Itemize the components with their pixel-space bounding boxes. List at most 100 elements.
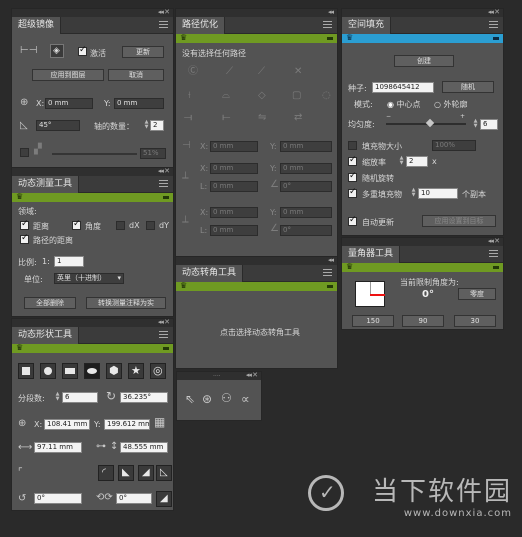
tab-dynamic-corner[interactable]: 动态转角工具 [176,265,244,282]
x1-input[interactable]: 0 mm [210,141,258,152]
apply-to-layer-button[interactable]: 应用到图层 [32,69,104,81]
grid-icon[interactable]: ▦ [154,416,165,428]
panel-menu-icon[interactable] [323,21,332,29]
pin-icon[interactable] [327,285,333,288]
tab-super-mirror[interactable]: 超级镜像 [12,17,62,34]
dy-checkbox[interactable] [146,221,155,230]
segments-spinner[interactable]: ▲ ▼ [54,392,61,403]
fill-size-checkbox[interactable] [348,141,357,150]
a3-input[interactable]: 0° [280,225,332,236]
radio-outer[interactable]: ○ 外轮廓 [434,99,468,110]
random-rotate-checkbox[interactable] [348,171,357,182]
pin-icon[interactable] [327,37,333,40]
mirror-axis-icon[interactable]: ⊢⊣ [20,46,37,56]
angle-90-button[interactable]: 90 [402,315,444,327]
shape-height-input[interactable]: 48.555 mm [120,442,168,453]
rotation-input[interactable]: 36.235° [120,392,168,403]
axis-spinner[interactable]: ▲ ▼ [143,120,150,131]
line-icon[interactable]: ⟋ [226,67,233,77]
pin-icon[interactable] [163,196,169,199]
collapse-icon[interactable]: ◂◂ [328,8,334,16]
ratio-input[interactable]: 1 [54,256,84,267]
tab-path-optimize[interactable]: 路径优化 [176,17,226,34]
zero-button[interactable]: 零度 [458,288,496,300]
shape-builder-icon[interactable]: ⊛ [202,393,212,405]
l2-input[interactable]: 0 mm [210,181,258,192]
star-shape-icon[interactable]: ★ [128,363,144,379]
panel-menu-icon[interactable] [323,269,332,277]
x3-input[interactable]: 0 mm [210,207,258,218]
collapse-icon[interactable]: ◂◂ ✕ [158,167,170,175]
multi-fill-input[interactable]: 10 [418,188,458,199]
path-distance-checkbox[interactable] [20,233,29,244]
scale-spinner[interactable]: ▲ ▼ [398,156,405,167]
update-button[interactable]: 更新 [122,46,164,58]
close-path-icon[interactable]: Ⓒ [188,67,198,77]
align-right-icon[interactable]: ⟝ [222,113,230,123]
tab-dynamic-shape[interactable]: 动态形状工具 [12,327,80,344]
uniformity-input[interactable]: 6 [480,119,498,130]
x-input[interactable]: 0 mm [45,98,93,109]
corner-tool-icon[interactable]: ∝ [241,393,250,405]
convert-annotations-button[interactable]: 转换测量注释为实 [86,297,166,309]
panel-menu-icon[interactable] [159,331,168,339]
angle-150-button[interactable]: 150 [352,315,394,327]
fill-size-input[interactable]: 100% [432,140,476,151]
angle-input[interactable]: 45° [36,120,80,131]
opacity-slider[interactable] [52,153,137,155]
collapse-icon[interactable]: ◂◂ ✕ [158,318,170,326]
grip-icon[interactable]: ···· [213,373,221,380]
align-left-icon[interactable]: ⟞ [184,113,192,123]
split-icon[interactable]: ✕ [294,67,302,77]
dx-checkbox[interactable] [116,221,125,230]
collapse-icon[interactable]: ◂◂ ✕ [488,8,500,16]
panel-menu-icon[interactable] [489,250,498,258]
seed-input[interactable]: 1098645412 [372,82,434,93]
panel-menu-icon[interactable] [159,180,168,188]
panel-menu-icon[interactable] [489,21,498,29]
target-shape-icon[interactable]: ◎ [150,363,166,379]
collapse-icon[interactable]: ◂◂ ✕ [488,237,500,245]
apply-to-target-button[interactable]: 应用设置到目标 [422,215,496,227]
hexagon-shape-icon[interactable]: ⬢ [106,363,122,379]
collapse-icon[interactable]: ◂◂ ✕ [246,371,258,379]
l3-input[interactable]: 0 mm [210,225,258,236]
radio-center[interactable]: ◉ 中心点 [387,99,421,110]
pin-icon[interactable] [163,347,169,350]
smooth-icon[interactable]: ⌓ [222,91,230,101]
angle-30-button[interactable]: 30 [454,315,496,327]
round-corner-button[interactable]: ◜ [98,465,114,481]
node-graph-icon[interactable]: ⚇ [221,392,232,404]
opacity-input[interactable]: 51% [140,148,166,159]
shape-x-input[interactable]: 108.41 mm [44,419,90,430]
node-icon[interactable]: ⟊ [188,91,191,101]
opacity-checkbox[interactable] [20,148,29,157]
reset-corner-button[interactable]: ◢ [156,491,172,507]
create-button[interactable]: 创建 [394,55,454,67]
tab-dynamic-measure[interactable]: 动态测量工具 [12,176,80,193]
link-icon[interactable]: ⊶ [96,442,106,452]
rectangle-shape-icon[interactable] [18,363,34,379]
auto-update-checkbox[interactable] [348,215,357,226]
reverse-icon[interactable]: ⇄ [294,113,302,123]
multi-fill-checkbox[interactable] [348,187,357,198]
activate-checkbox[interactable] [78,45,87,56]
circle-icon[interactable]: ◌ [322,91,331,101]
wide-rect-shape-icon[interactable] [62,363,78,379]
circle-shape-icon[interactable] [40,363,56,379]
r2-input[interactable]: 0° [116,493,152,504]
chamfer-corner-button[interactable]: ◣ [118,465,134,481]
y-input[interactable]: 0 mm [114,98,164,109]
shape-y-input[interactable]: 199.612 mm [104,419,150,430]
random-button[interactable]: 随机 [442,81,494,93]
distance-checkbox[interactable] [20,219,29,230]
a2-input[interactable]: 0° [280,181,332,192]
y3-input[interactable]: 0 mm [280,207,332,218]
layers-icon[interactable]: ◈ [50,44,64,58]
inverse-corner-button[interactable]: ◢ [138,465,154,481]
multi-fill-spinner[interactable]: ▲ ▼ [410,188,417,199]
x2-input[interactable]: 0 mm [210,163,258,174]
join-icon[interactable]: ⟋ [258,67,265,77]
ellipse-shape-icon[interactable] [84,363,100,379]
shape-width-input[interactable]: 97.11 mm [34,442,82,453]
